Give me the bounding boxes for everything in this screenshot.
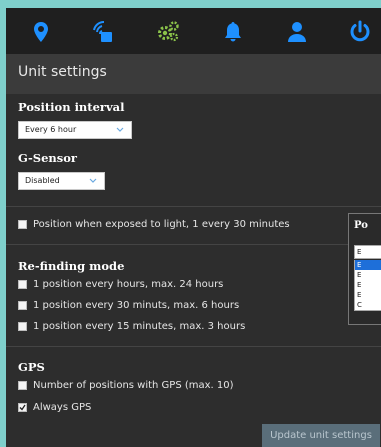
position-popup: Po E E E E E C <box>348 213 381 325</box>
popup-option[interactable]: E <box>355 280 381 290</box>
gears-icon[interactable] <box>156 20 180 44</box>
g-sensor-value: Disabled <box>25 176 60 185</box>
g-sensor-select[interactable]: Disabled <box>18 172 105 190</box>
page-title: Unit settings <box>18 64 107 80</box>
light-position-label: Position when exposed to light, 1 every … <box>33 219 290 230</box>
bell-icon[interactable] <box>221 20 245 44</box>
gps-count-label: Number of positions with GPS (max. 10) <box>33 380 234 391</box>
gps-count-checkbox[interactable] <box>18 381 27 390</box>
signal-device-icon[interactable] <box>90 20 114 44</box>
popup-option[interactable]: C <box>355 300 381 310</box>
always-gps-label: Always GPS <box>33 402 92 413</box>
checkmark-icon <box>19 404 26 411</box>
page-header: Unit settings <box>6 54 381 94</box>
settings-panel: Unit settings Position interval Every 6 … <box>6 8 381 447</box>
position-interval-value: Every 6 hour <box>25 125 77 134</box>
refinding-6h-checkbox[interactable] <box>18 301 27 310</box>
refinding-3h-checkbox[interactable] <box>18 322 27 331</box>
popup-title: Po <box>354 220 368 231</box>
chevron-down-icon <box>116 127 124 132</box>
gps-heading: GPS <box>18 360 45 374</box>
section-divider <box>6 346 381 347</box>
section-divider <box>6 206 381 207</box>
popup-option[interactable]: E <box>355 260 381 270</box>
position-interval-heading: Position interval <box>18 100 125 114</box>
always-gps-checkbox[interactable] <box>18 403 27 412</box>
light-position-checkbox[interactable] <box>18 220 27 229</box>
popup-option[interactable]: E <box>355 270 381 280</box>
position-interval-select[interactable]: Every 6 hour <box>18 121 132 139</box>
top-nav-bar <box>6 8 381 54</box>
location-pin-icon[interactable] <box>29 20 53 44</box>
chevron-down-icon <box>89 178 97 183</box>
refinding-24h-label: 1 position every hours, max. 24 hours <box>33 279 224 290</box>
refinding-6h-label: 1 position every 30 minuts, max. 6 hours <box>33 300 240 311</box>
g-sensor-heading: G-Sensor <box>18 151 77 165</box>
update-unit-settings-button[interactable]: Update unit settings <box>262 424 380 447</box>
power-icon[interactable] <box>348 20 372 44</box>
refinding-3h-label: 1 position every 15 minutes, max. 3 hour… <box>33 321 246 332</box>
refinding-24h-checkbox[interactable] <box>18 280 27 289</box>
refinding-mode-heading: Re-finding mode <box>18 259 125 273</box>
popup-option[interactable]: E <box>355 290 381 300</box>
user-icon[interactable] <box>285 20 309 44</box>
section-divider <box>6 244 381 245</box>
popup-select[interactable]: E <box>354 245 381 259</box>
popup-option-list: E E E E C <box>354 260 381 311</box>
